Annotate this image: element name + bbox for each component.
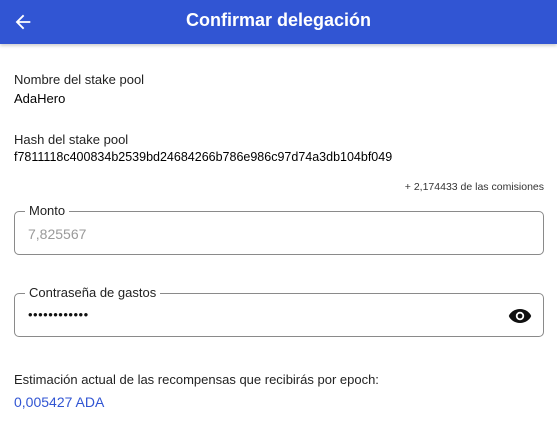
page-title: Confirmar delegación xyxy=(185,10,372,30)
pool-name-value: AdaHero xyxy=(14,91,66,106)
pool-hash-value: f7811118c400834b2539bd24684266b786e986c9… xyxy=(14,150,393,164)
pool-hash-label: Hash del stake pool xyxy=(14,132,129,147)
amount-field-value: 7,825567 xyxy=(28,226,87,242)
fees-text: + 2,174433 de las comisiones xyxy=(404,181,544,193)
spending-password-field[interactable]: Contraseña de gastos •••••••••••• xyxy=(14,285,544,337)
rewards-estimate-label: Estimación actual de las recompensas que… xyxy=(14,372,379,387)
rewards-estimate-value: 0,005427 ADA xyxy=(14,394,105,410)
pool-name-label: Nombre del stake pool xyxy=(14,72,145,87)
eye-icon[interactable] xyxy=(508,306,532,326)
amount-field-label: Monto xyxy=(25,203,70,219)
amount-field[interactable]: Monto 7,825567 xyxy=(14,203,544,255)
password-field-label: Contraseña de gastos xyxy=(25,285,161,301)
app-header: Confirmar delegación xyxy=(0,0,557,44)
password-field-value: •••••••••••• xyxy=(28,307,89,322)
